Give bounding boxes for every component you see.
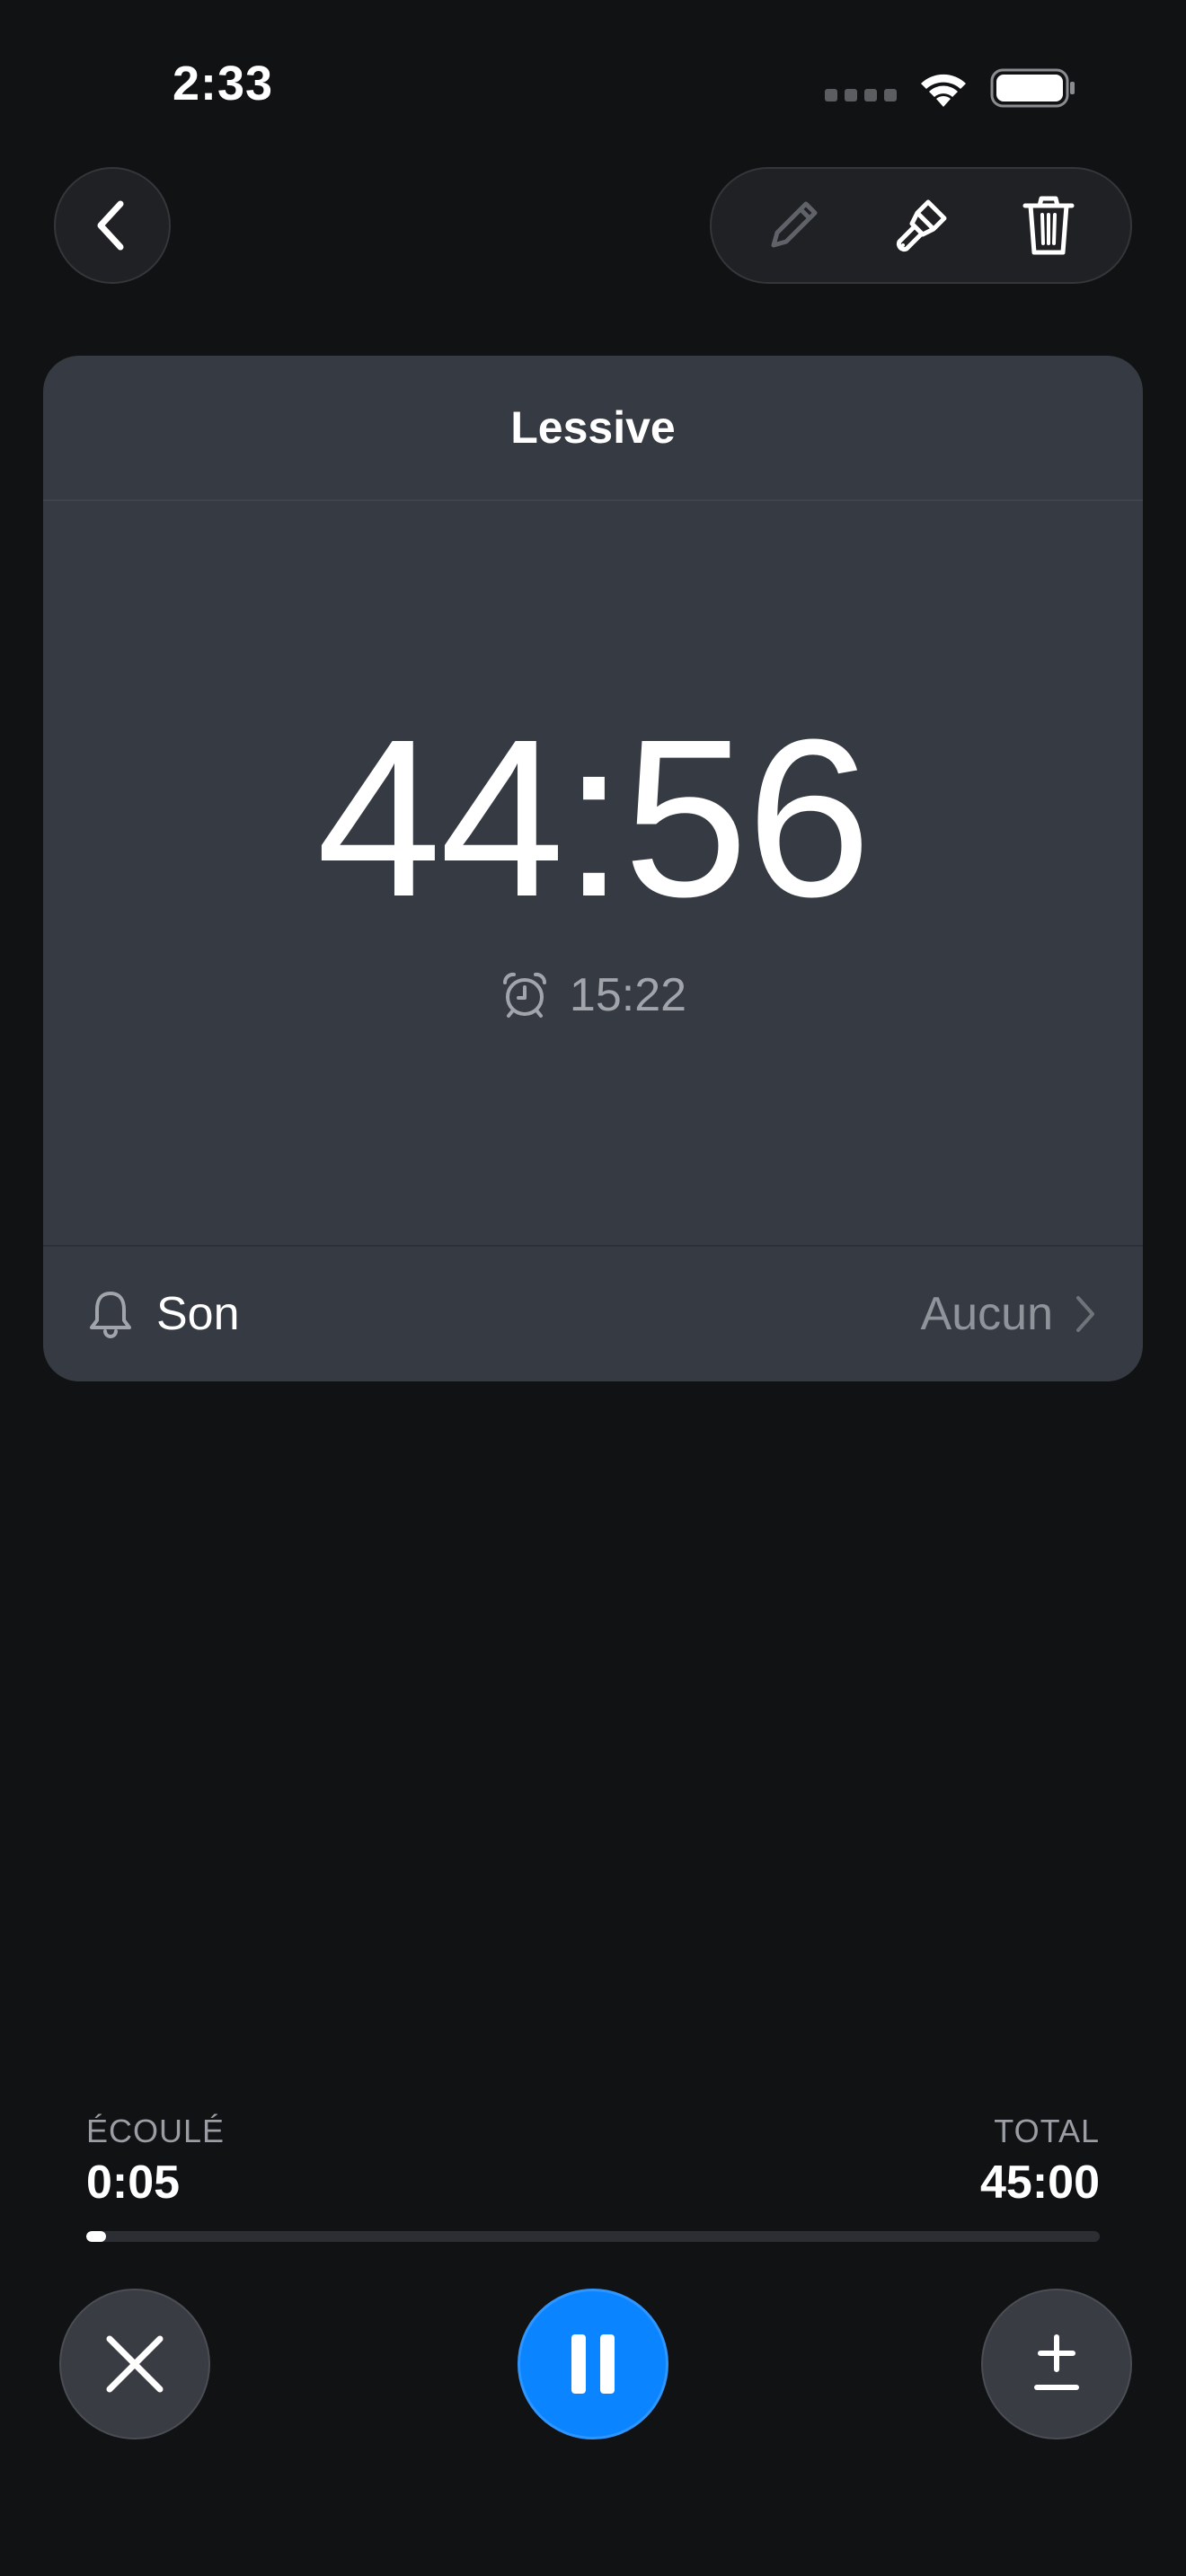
elapsed-value: 0:05 [86,2157,181,2209]
total-value: 45:00 [980,2157,1100,2209]
battery-icon [990,68,1075,108]
sound-label: Son [156,1288,240,1340]
timer-remaining: 44:56 [316,693,872,943]
bell-icon [90,1292,131,1338]
wifi-icon [921,74,966,107]
alarm-clock-icon [502,972,546,1018]
timer-name[interactable]: Lessive [43,356,1143,501]
sound-value: Aucun [920,1288,1053,1340]
edit-button[interactable] [744,176,843,275]
timer-actions-toolbar [710,167,1132,284]
pencil-icon [771,201,818,248]
status-indicators [825,61,1076,115]
progress-fill [86,2231,106,2242]
elapsed-label: ÉCOULÉ [86,2113,226,2149]
adjust-time-button[interactable] [981,2289,1132,2439]
delete-button[interactable] [999,176,1098,275]
progress-bar [86,2231,1100,2242]
close-icon [106,2335,164,2393]
cellular-signal-icon [825,89,897,101]
sound-row[interactable]: Son Aucun [43,1245,1143,1381]
end-time-value: 15:22 [569,969,687,1021]
chevron-left-icon [97,200,124,251]
pause-icon [571,2334,615,2394]
color-button[interactable] [872,176,970,275]
plus-minus-icon [1034,2334,1079,2390]
end-time: 15:22 [43,968,1143,1022]
timer-card: Lessive 44:56 15:22 Son Aucun [43,356,1143,1381]
paintbrush-icon [896,199,947,252]
cancel-button[interactable] [59,2289,210,2439]
status-time: 2:33 [173,57,274,110]
chevron-right-icon [1076,1296,1094,1332]
pause-button[interactable] [518,2289,668,2439]
back-button[interactable] [54,167,171,284]
trash-icon [1022,196,1075,255]
total-label: TOTAL [994,2113,1100,2149]
